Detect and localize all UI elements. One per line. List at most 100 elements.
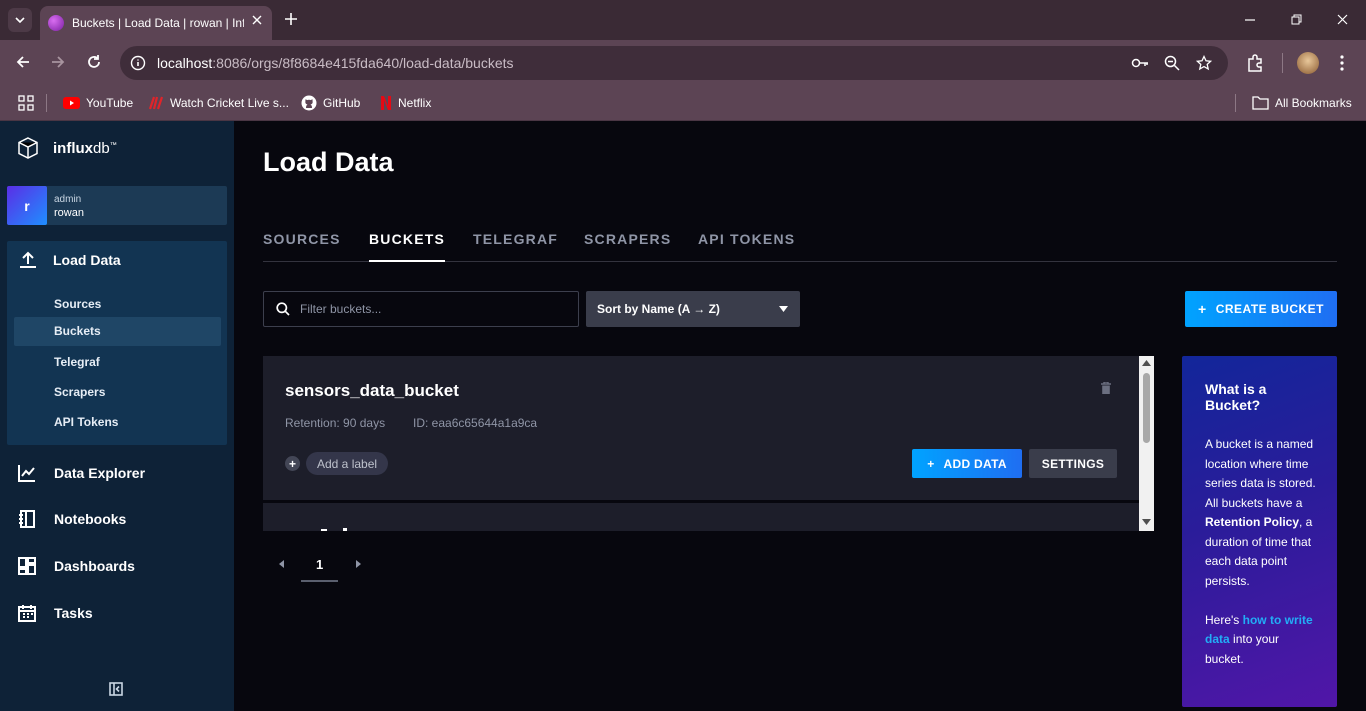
user-role: admin [54,194,82,205]
chevron-down-icon [15,17,25,23]
prev-page-icon[interactable] [279,560,284,568]
sidebar-subitem-telegraf[interactable]: Telegraf [14,348,221,377]
close-icon[interactable] [252,15,262,25]
bookmark-star-icon[interactable] [1196,55,1212,71]
bucket-list: sensors_data_bucket Retention: 90 days I… [263,356,1154,531]
tab-telegraf[interactable]: TELEGRAF [473,231,558,247]
settings-button[interactable]: SETTINGS [1029,449,1117,478]
sidebar-item-load-data[interactable]: Load Data [19,251,121,269]
help-text: Here's [1205,612,1243,627]
filter-buckets-input[interactable] [300,300,570,318]
toolbar-divider [1282,53,1283,73]
tab-scrapers[interactable]: SCRAPERS [584,231,671,247]
sidebar-item-data-explorer[interactable]: Data Explorer [18,464,145,482]
collapse-sidebar-icon[interactable] [109,682,123,696]
apps-grid-icon[interactable] [18,95,34,111]
help-title: What is a Bucket? [1205,381,1267,413]
create-bucket-button[interactable]: + CREATE BUCKET [1185,291,1337,327]
url-path: :8086/orgs/8f8684e415fda640/load-data/bu… [212,55,514,71]
add-label-pill[interactable]: Add a label [306,452,389,475]
sidebar: influxdb™ r admin rowan Load Data Source… [0,121,234,711]
browser-tab-title: Buckets | Load Data | rowan | InfluxDB [72,16,244,30]
tab-sources[interactable]: SOURCES [263,231,341,247]
bookmark-netflix[interactable]: Netflix [380,93,431,113]
sidebar-subitem-sources[interactable]: Sources [14,290,221,319]
bucket-name[interactable]: sensors_data_bucket [285,381,459,401]
main-content: Load Data SOURCES BUCKETS TELEGRAF SCRAP… [234,121,1366,711]
more-menu-icon[interactable] [1340,55,1344,71]
influxdb-logo[interactable]: influxdb™ [17,137,117,159]
tab-api-tokens[interactable]: API TOKENS [698,231,795,247]
filter-buckets [263,291,579,327]
scroll-up-arrow-icon[interactable] [1142,360,1151,366]
password-key-icon[interactable] [1131,55,1149,71]
page-number[interactable]: 1 [316,557,323,572]
user-org-switcher[interactable]: r admin rowan [7,186,227,225]
bucket-card [263,503,1139,531]
bookmark-label: YouTube [86,96,134,110]
caret-down-icon [779,306,788,312]
all-bookmarks[interactable]: All Bookmarks [1252,93,1352,113]
load-data-tabs: SOURCES BUCKETS TELEGRAF SCRAPERS API TO… [263,229,1337,262]
reload-icon[interactable] [86,54,102,70]
pagination: 1 [263,551,373,583]
scroll-down-arrow-icon[interactable] [1142,519,1151,525]
avatar: r [7,186,47,225]
page-underline [301,580,338,582]
trash-icon[interactable] [1101,382,1111,394]
bucket-retention: Retention: 90 days [285,416,386,430]
tab-search-button[interactable] [8,8,32,32]
help-paragraph-2: Here's how to write data into your bucke… [1205,611,1319,670]
plus-icon: + [927,456,935,471]
graph-icon [18,465,35,482]
cricket-site-icon [148,96,164,110]
sidebar-item-dashboards[interactable]: Dashboards [18,557,135,575]
extensions-puzzle-icon[interactable] [1246,54,1264,72]
minimize-icon[interactable] [1245,19,1255,21]
org-name: rowan [54,207,84,219]
logo-db: db [93,139,110,157]
sidebar-subitem-api-tokens[interactable]: API Tokens [14,408,221,437]
window-close-icon[interactable] [1337,14,1348,25]
next-page-icon[interactable] [356,560,361,568]
new-tab-icon[interactable] [284,12,298,26]
bookmark-label: GitHub [323,96,361,110]
scrollbar-thumb[interactable] [1143,373,1150,443]
page-title: Load Data [263,147,394,177]
bookmark-github[interactable]: GitHub [301,93,360,113]
profile-avatar[interactable] [1297,52,1319,74]
github-icon [301,95,317,111]
plus-icon: + [1198,301,1207,317]
sidebar-subitem-scrapers[interactable]: Scrapers [14,378,221,407]
site-info-icon[interactable] [130,55,146,71]
forward-arrow-icon[interactable] [50,54,66,70]
dashboard-icon [18,557,36,575]
bucket-list-scrollbar[interactable] [1139,356,1154,531]
logo-trademark: ™ [109,141,117,149]
help-text: A bucket is a named location where time … [1205,437,1316,510]
tab-buckets[interactable]: BUCKETS [369,231,446,262]
folder-icon [1252,96,1269,110]
bookmark-label: Netflix [398,96,432,110]
bookmark-youtube[interactable]: YouTube [63,93,133,113]
upload-icon [20,251,36,268]
sidebar-item-notebooks[interactable]: Notebooks [18,510,126,528]
url-text[interactable]: localhost:8086/orgs/8f8684e415fda640/loa… [157,55,514,71]
add-label-control[interactable]: + Add a label [285,452,389,475]
restore-icon[interactable] [1291,14,1302,25]
all-bookmarks-label: All Bookmarks [1275,96,1352,110]
sidebar-item-tasks[interactable]: Tasks [18,604,93,622]
bookmarks-divider [46,94,47,112]
sidebar-subitem-buckets[interactable]: Buckets [14,317,221,346]
browser-tab[interactable]: Buckets | Load Data | rowan | InfluxDB [40,6,272,40]
calendar-icon [18,605,36,622]
zoom-icon[interactable] [1164,55,1180,71]
back-arrow-icon[interactable] [15,54,31,70]
search-icon [276,302,290,316]
add-data-button[interactable]: + ADD DATA [912,449,1022,478]
youtube-icon [63,97,80,109]
address-bar[interactable]: localhost:8086/orgs/8f8684e415fda640/loa… [120,46,1228,80]
bookmark-label: Watch Cricket Live s... [170,96,289,110]
bookmark-cricket[interactable]: Watch Cricket Live s... [148,93,289,113]
sort-dropdown[interactable]: Sort by Name (A → Z) [586,291,800,327]
